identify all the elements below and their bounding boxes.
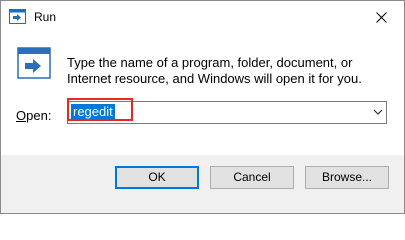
chevron-down-icon[interactable]: [373, 108, 383, 116]
open-input-value[interactable]: regedit: [71, 104, 115, 120]
open-label-accelerator: O: [16, 108, 27, 123]
dialog-description: Type the name of a program, folder, docu…: [67, 55, 362, 86]
open-combobox[interactable]: regedit: [67, 101, 387, 124]
window-title: Run: [34, 10, 57, 24]
open-label: Open:: [16, 108, 51, 123]
cancel-button[interactable]: Cancel: [210, 166, 294, 189]
close-button[interactable]: [358, 1, 404, 33]
open-label-text: pen:: [26, 108, 52, 123]
browse-button[interactable]: Browse...: [305, 166, 389, 189]
ok-button[interactable]: OK: [115, 166, 199, 189]
close-icon: [375, 11, 387, 23]
title-bar: Run: [1, 1, 404, 33]
run-dialog: Run Type the name of a program, folder, …: [0, 0, 405, 214]
run-icon: [9, 9, 26, 24]
run-app-icon: [17, 47, 51, 79]
dialog-content: Type the name of a program, folder, docu…: [1, 33, 404, 155]
